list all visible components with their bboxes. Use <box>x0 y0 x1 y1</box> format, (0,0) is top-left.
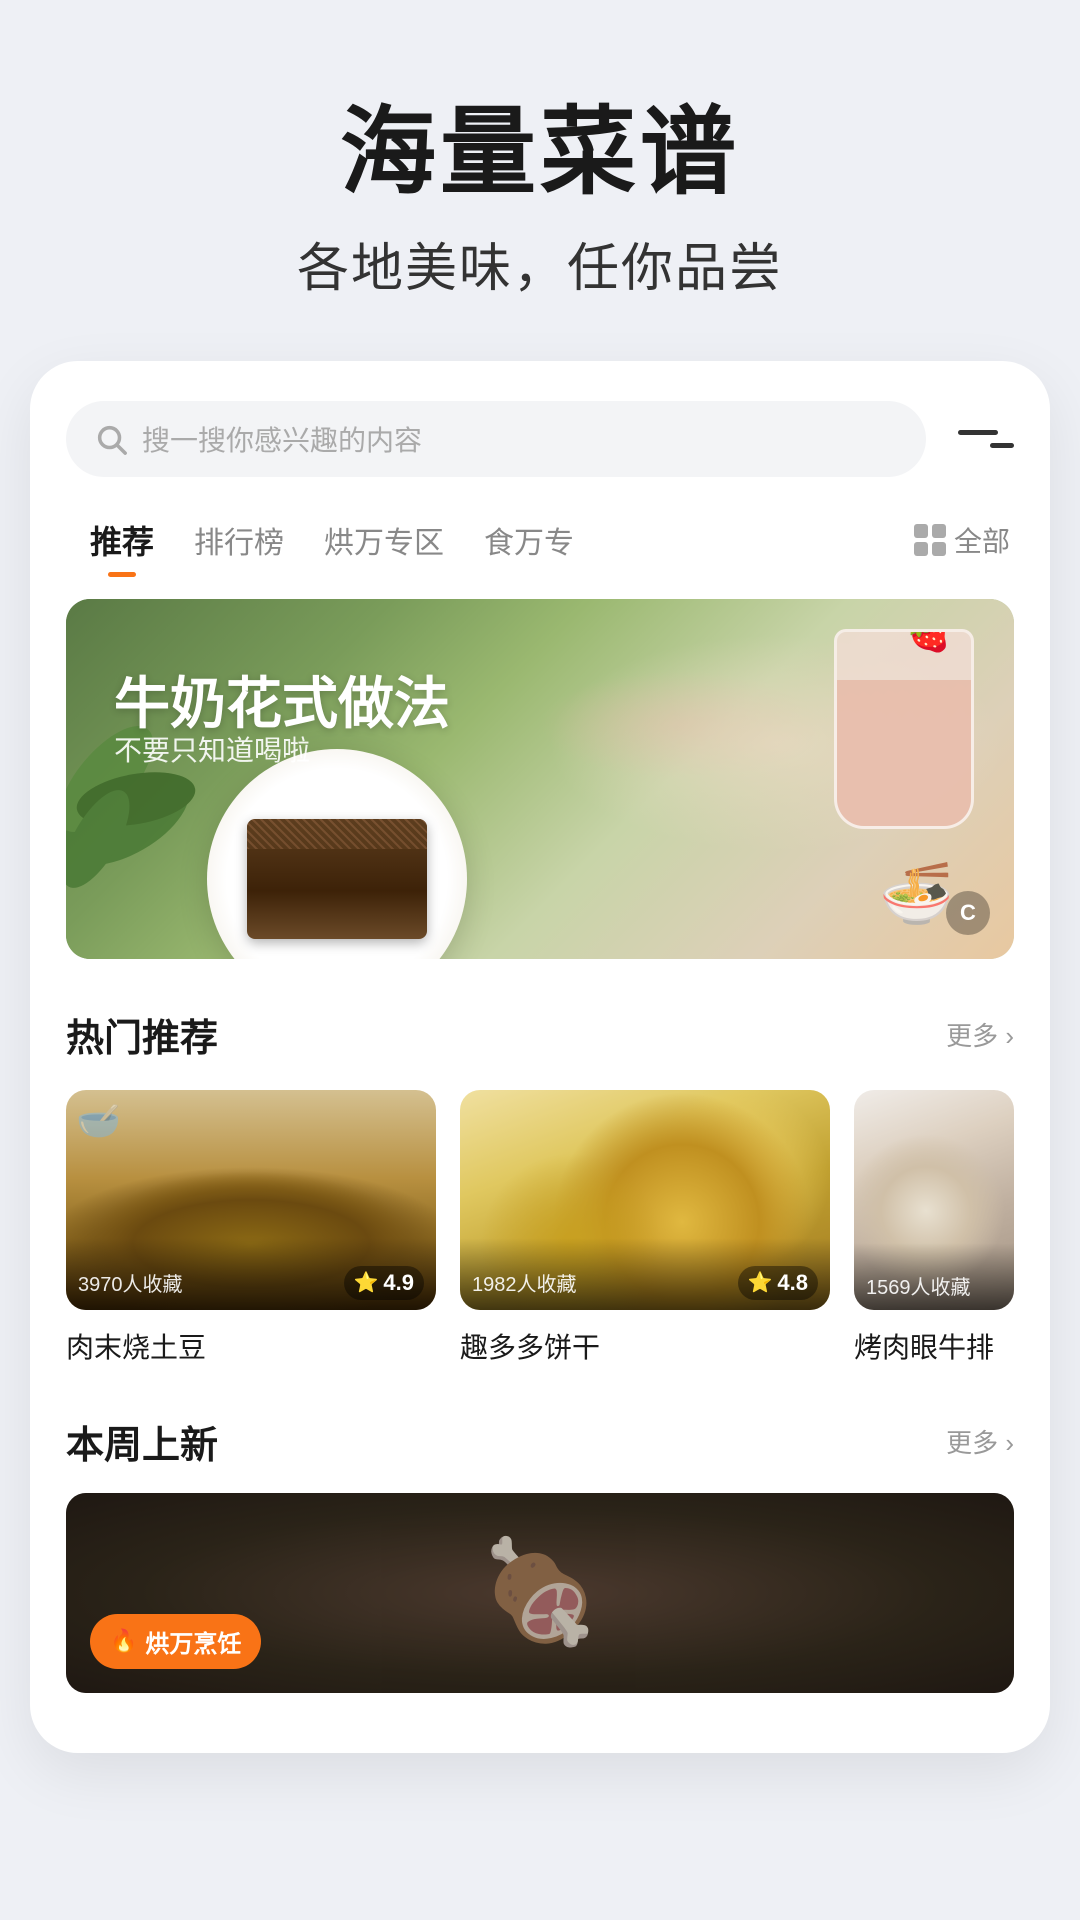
weekly-food-emoji: 🍖 <box>478 1534 603 1651</box>
tab-all-label: 全部 <box>954 520 1010 560</box>
food-card-image-3: 1569人收藏 <box>854 1090 1014 1310</box>
weekly-section-header: 本周上新 更多 › <box>66 1414 1014 1469</box>
tabs-row: 推荐 排行榜 烘万专区 食万专 全部 <box>66 509 1014 571</box>
banner-title: 牛奶花式做法 <box>114 659 450 740</box>
banner[interactable]: 🍓 🍜 牛奶花式做法 不要只知道喝啦 C <box>66 599 1014 959</box>
grid-dot-3 <box>914 542 928 556</box>
tab-recommend[interactable]: 推荐 <box>70 509 174 571</box>
rating-score-2: 4.8 <box>777 1270 808 1296</box>
collection-count-3: 1569人收藏 <box>866 1271 971 1300</box>
grid-dot-4 <box>932 542 946 556</box>
grid-dot-2 <box>932 524 946 538</box>
hot-more-link[interactable]: 更多 › <box>946 1016 1014 1053</box>
tab-food[interactable]: 食万专 <box>464 510 594 570</box>
grid-icon <box>914 524 946 556</box>
rating-badge-1: ⭐ 4.9 <box>344 1266 425 1300</box>
food-card-1[interactable]: 🥣 3970人收藏 ⭐ 4.9 肉末烧土豆 <box>66 1090 436 1366</box>
search-bar[interactable]: 搜一搜你感兴趣的内容 <box>66 401 926 477</box>
fire-icon: 🔥 <box>110 1628 137 1654</box>
star-icon-2: ⭐ <box>748 1270 773 1295</box>
food-card-3[interactable]: 1569人收藏 烤肉眼牛排 <box>854 1090 1014 1366</box>
weekly-badge-label: 烘万烹饪 <box>145 1624 241 1659</box>
bowl-deco: 🥣 <box>76 1100 121 1142</box>
tab-ranking[interactable]: 排行榜 <box>174 510 304 570</box>
banner-subtitle: 不要只知道喝啦 <box>114 729 310 769</box>
weekly-section-title: 本周上新 <box>66 1414 218 1469</box>
star-icon-1: ⭐ <box>354 1270 379 1295</box>
food-card-name-1: 肉末烧土豆 <box>66 1326 436 1366</box>
menu-line-top <box>958 430 998 435</box>
food-card-image-1: 🥣 3970人收藏 ⭐ 4.9 <box>66 1090 436 1310</box>
food-card-name-3: 烤肉眼牛排 <box>854 1326 1014 1366</box>
food-cards-row: 🥣 3970人收藏 ⭐ 4.9 肉末烧土豆 1982人收藏 ⭐ <box>66 1090 1014 1366</box>
banner-drink: 🍓 <box>834 629 974 829</box>
weekly-more-link[interactable]: 更多 › <box>946 1423 1014 1460</box>
page-main-title: 海量菜谱 <box>60 100 1020 206</box>
page-sub-title: 各地美味，任你品尝 <box>60 226 1020 301</box>
menu-icon-button[interactable] <box>942 403 1014 475</box>
rating-badge-2: ⭐ 4.8 <box>738 1266 819 1300</box>
tab-all[interactable]: 全部 <box>914 520 1010 560</box>
food-card-badge-2: 1982人收藏 ⭐ 4.8 <box>460 1238 830 1310</box>
menu-line-bottom <box>990 443 1014 448</box>
food-card-name-2: 趣多多饼干 <box>460 1326 830 1366</box>
weekly-card[interactable]: 🍖 🔥 烘万烹饪 <box>66 1493 1014 1693</box>
weekly-badge: 🔥 烘万烹饪 <box>90 1614 261 1669</box>
rating-score-1: 4.9 <box>383 1270 414 1296</box>
search-placeholder-text: 搜一搜你感兴趣的内容 <box>142 419 422 459</box>
banner-bowl: 🍜 <box>879 858 954 929</box>
hot-section-title: 热门推荐 <box>66 1007 218 1062</box>
app-card: 搜一搜你感兴趣的内容 推荐 排行榜 烘万专区 食万专 全部 <box>30 361 1050 1753</box>
grid-dot-1 <box>914 524 928 538</box>
tab-baking[interactable]: 烘万专区 <box>304 510 464 570</box>
hot-section-header: 热门推荐 更多 › <box>66 1007 1014 1062</box>
food-card-badge-1: 3970人收藏 ⭐ 4.9 <box>66 1238 436 1310</box>
food-card-2[interactable]: 1982人收藏 ⭐ 4.8 趣多多饼干 <box>460 1090 830 1366</box>
collection-count-2: 1982人收藏 <box>472 1268 577 1297</box>
food-card-badge-3: 1569人收藏 <box>854 1243 1014 1310</box>
collection-count-1: 3970人收藏 <box>78 1268 183 1297</box>
banner-c-badge: C <box>946 891 990 935</box>
search-bar-row: 搜一搜你感兴趣的内容 <box>66 401 1014 477</box>
food-card-image-2: 1982人收藏 ⭐ 4.8 <box>460 1090 830 1310</box>
search-icon <box>94 422 128 456</box>
